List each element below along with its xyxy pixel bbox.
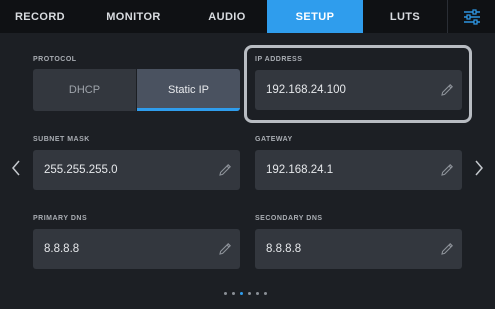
page-dot (232, 292, 235, 295)
subnet-mask-value: 255.255.255.0 (44, 164, 118, 176)
pencil-icon[interactable] (432, 241, 462, 257)
gateway-field[interactable]: 192.168.24.1 (255, 150, 462, 190)
tab-luts[interactable]: LUTS (363, 0, 447, 33)
static-ip-option[interactable]: Static IP (137, 69, 240, 111)
subnet-mask-field[interactable]: 255.255.255.0 (33, 150, 240, 190)
tab-setup[interactable]: SETUP (267, 0, 363, 33)
pencil-icon[interactable] (210, 241, 240, 257)
menu-button[interactable] (447, 0, 495, 33)
tab-monitor[interactable]: MONITOR (80, 0, 187, 33)
page-dot (256, 292, 259, 295)
secondary-dns-field[interactable]: 8.8.8.8 (255, 229, 462, 269)
chevron-left-icon (11, 159, 21, 182)
page-dot (224, 292, 227, 295)
pencil-icon[interactable] (432, 162, 462, 178)
tab-audio[interactable]: AUDIO (187, 0, 267, 33)
dhcp-option[interactable]: DHCP (33, 69, 136, 111)
next-page-button[interactable] (469, 155, 489, 185)
gateway-label: GATEWAY (255, 136, 293, 143)
chevron-right-icon (474, 159, 484, 182)
ip-address-value: 192.168.24.100 (266, 84, 346, 96)
ip-address-label: IP ADDRESS (255, 56, 303, 63)
top-tab-bar: RECORD MONITOR AUDIO SETUP LUTS (0, 0, 495, 33)
secondary-dns-label: SECONDARY DNS (255, 215, 323, 222)
protocol-label: PROTOCOL (33, 56, 77, 63)
pencil-icon[interactable] (432, 82, 462, 98)
pencil-icon[interactable] (210, 162, 240, 178)
protocol-selector: DHCP Static IP (33, 69, 240, 111)
ip-address-field[interactable]: 192.168.24.100 (255, 70, 462, 110)
previous-page-button[interactable] (6, 155, 26, 185)
page-dot-current (240, 292, 243, 295)
page-dot (264, 292, 267, 295)
page-indicator (224, 292, 267, 295)
subnet-mask-label: SUBNET MASK (33, 136, 90, 143)
sliders-icon (463, 8, 481, 25)
tab-record[interactable]: RECORD (0, 0, 80, 33)
secondary-dns-value: 8.8.8.8 (266, 243, 302, 255)
gateway-value: 192.168.24.1 (266, 164, 334, 176)
page-dot (248, 292, 251, 295)
primary-dns-value: 8.8.8.8 (44, 243, 80, 255)
primary-dns-field[interactable]: 8.8.8.8 (33, 229, 240, 269)
primary-dns-label: PRIMARY DNS (33, 215, 88, 222)
